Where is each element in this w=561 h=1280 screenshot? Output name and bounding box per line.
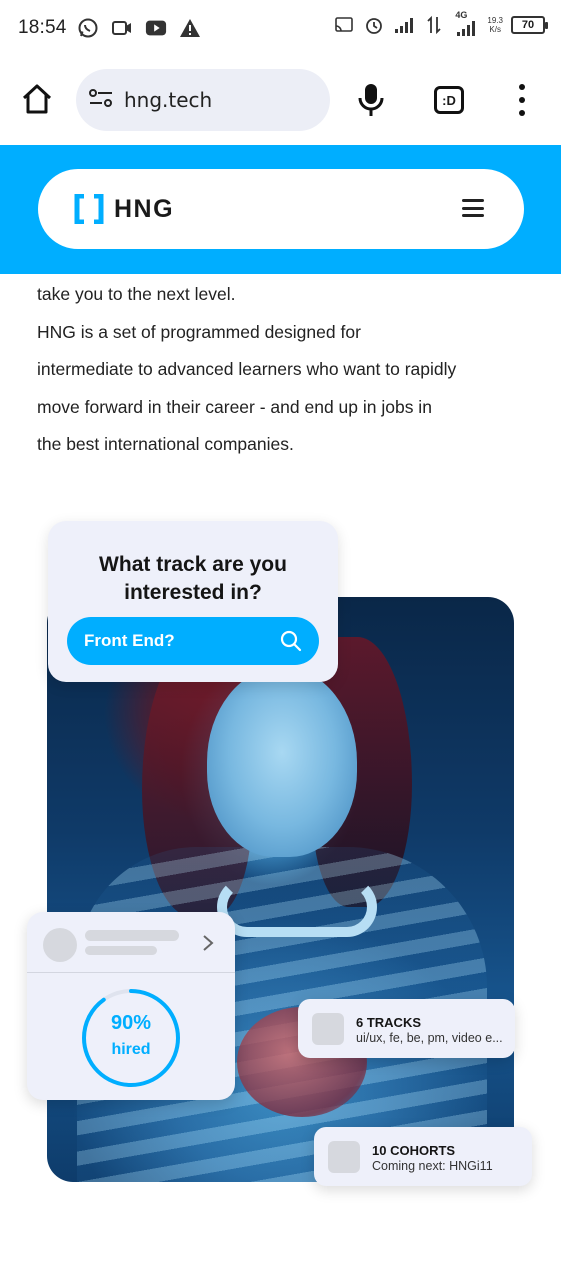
net-speed: 19.3 K/s	[487, 16, 503, 34]
signal-icon	[393, 14, 415, 36]
net-speed-unit: K/s	[489, 25, 501, 34]
home-icon[interactable]	[20, 82, 54, 116]
intro-text: take you to the next level. HNG is a set…	[37, 276, 537, 464]
intro-line: the best international companies.	[37, 434, 294, 454]
track-search-card: What track are you interested in? Front …	[48, 521, 338, 682]
tabs-count: :D	[442, 92, 456, 108]
video-call-icon	[111, 17, 133, 39]
tracks-title: 6 TRACKS	[356, 1015, 422, 1030]
divider	[27, 972, 235, 973]
track-search-bar[interactable]: Front End?	[67, 617, 319, 665]
cohorts-info-card: 10 COHORTS Coming next: HNGi11	[314, 1127, 532, 1186]
hng-logo[interactable]: HNG	[74, 193, 175, 225]
track-title-line: interested in?	[124, 581, 262, 604]
track-title-line: What track are you	[99, 553, 287, 576]
hired-stats-card: 90% hired	[27, 912, 235, 1100]
whatsapp-icon	[77, 17, 99, 39]
cast-icon	[333, 14, 355, 36]
intro-line: take you to the next level.	[37, 284, 236, 304]
tracks-subtitle: ui/ux, fe, be, pm, video e...	[356, 1031, 503, 1045]
intro-line: intermediate to advanced learners who wa…	[37, 359, 457, 379]
more-vert-icon[interactable]	[512, 84, 532, 116]
track-search-text: Front End?	[84, 631, 175, 650]
photo-headphones	[217, 877, 377, 937]
alarm-icon	[363, 14, 385, 36]
hired-label: hired	[111, 1041, 151, 1058]
system-icons: 4G 19.3 K/s 70	[333, 10, 548, 36]
search-icon[interactable]	[279, 629, 303, 653]
youtube-icon	[145, 17, 167, 39]
logo-text: HNG	[114, 194, 175, 223]
network-type: 4G	[455, 10, 468, 20]
tabs-icon[interactable]: :D	[434, 86, 464, 114]
photo-face	[207, 667, 357, 857]
hired-percent: 90%	[110, 1012, 152, 1034]
status-bar: 18:54 4G 19.3 K/s 70	[0, 0, 561, 56]
hired-progress-ring	[82, 989, 180, 1087]
notification-icons	[77, 17, 201, 39]
thumbnail-placeholder	[328, 1141, 360, 1173]
site-header: HNG	[0, 145, 561, 274]
cohorts-title: 10 COHORTS	[372, 1143, 456, 1158]
data-transfer-icon	[423, 14, 445, 36]
text-placeholder	[85, 946, 157, 955]
chevron-right-icon	[201, 934, 215, 952]
track-card-title: What track are you interested in?	[48, 551, 338, 607]
intro-line: HNG is a set of programmed designed for	[37, 321, 361, 342]
url-text: hng.tech	[124, 88, 213, 112]
hamburger-menu-icon[interactable]	[462, 199, 484, 217]
mic-icon[interactable]	[356, 82, 386, 118]
logo-bracket-icon	[74, 193, 104, 225]
address-bar[interactable]: hng.tech	[76, 69, 330, 131]
signal-4g-icon: 4G	[453, 10, 479, 36]
battery-icon: 70	[511, 16, 548, 34]
site-settings-icon[interactable]	[88, 87, 114, 114]
status-time: 18:54	[18, 17, 67, 38]
nav-bar: HNG	[38, 169, 524, 249]
battery-level: 70	[521, 19, 535, 31]
avatar-placeholder	[43, 928, 77, 962]
warning-icon	[179, 17, 201, 39]
text-placeholder	[85, 930, 179, 941]
browser-toolbar: hng.tech :D	[0, 56, 561, 144]
tracks-info-card: 6 TRACKS ui/ux, fe, be, pm, video e...	[298, 999, 515, 1058]
intro-line: move forward in their career - and end u…	[37, 396, 432, 417]
net-speed-value: 19.3	[487, 16, 503, 25]
cohorts-subtitle: Coming next: HNGi11	[372, 1159, 493, 1173]
thumbnail-placeholder	[312, 1013, 344, 1045]
